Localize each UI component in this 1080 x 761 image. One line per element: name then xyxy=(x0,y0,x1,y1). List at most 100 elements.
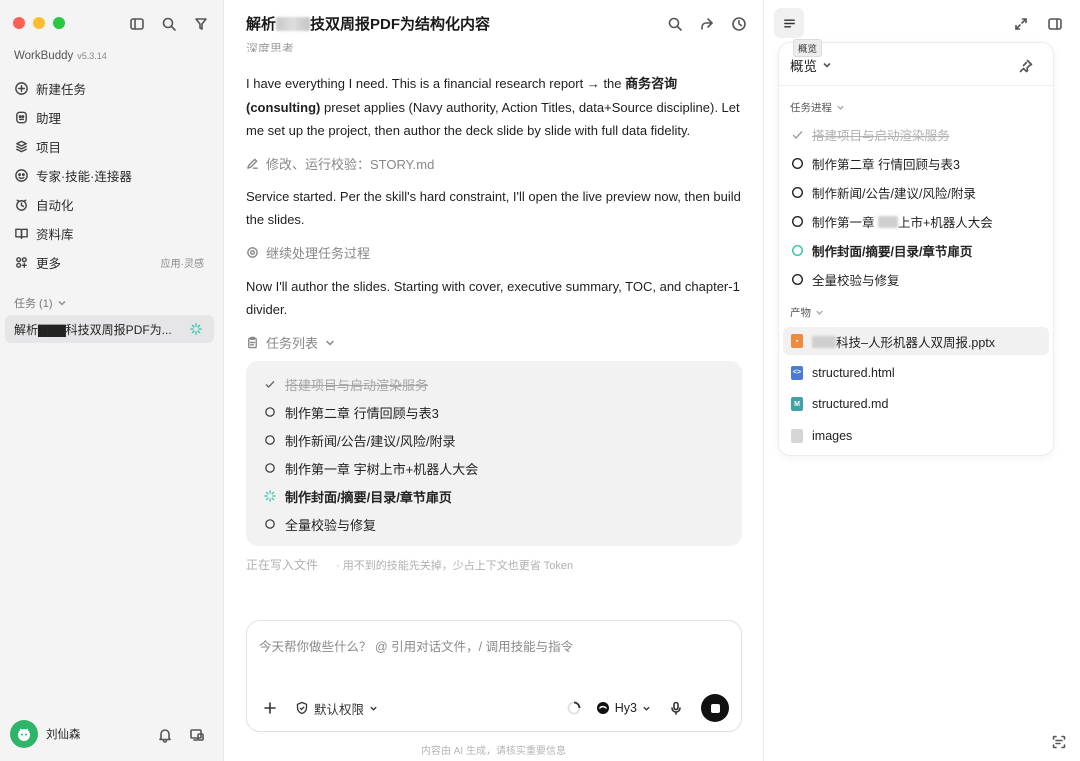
nav-label: 资料库 xyxy=(36,228,74,242)
pencil-icon xyxy=(247,158,258,169)
status-text: 正在写入文件 xyxy=(246,558,319,572)
model-select[interactable]: Hy3 xyxy=(596,701,651,715)
share-icon[interactable] xyxy=(696,13,718,35)
expert-icon xyxy=(15,169,28,182)
step-label: 继续处理任务过程 xyxy=(266,246,371,261)
history-icon[interactable] xyxy=(728,13,750,35)
circle-icon xyxy=(791,215,804,228)
permission-select[interactable]: 默认权限 xyxy=(295,699,378,718)
conversation: I have everything I need. This is a fina… xyxy=(246,72,741,354)
progress-label: 上市+机器人大会 xyxy=(897,216,993,230)
nav-new-task[interactable]: 新建任务 xyxy=(6,74,216,103)
task-label: 制作新闻/公告/建议/风险/附录 xyxy=(285,433,456,449)
app-version: v5.3.14 xyxy=(77,51,107,61)
progress-list: 搭建项目与启动渲染服务 制作第二章 行情回顾与表3 制作新闻/公告/建议/风险/… xyxy=(791,120,1041,294)
task-label: 全量校验与修复 xyxy=(285,517,377,533)
nav-library[interactable]: 资料库 xyxy=(6,219,216,248)
nav-automation[interactable]: 自动化 xyxy=(6,190,216,219)
artifact-item[interactable]: ▪ 科技–人形机器人双周报.pptx xyxy=(783,327,1049,355)
circle-icon xyxy=(265,463,275,473)
artifacts-list: ▪ 科技–人形机器人双周报.pptx <> structured.html M … xyxy=(783,327,1049,453)
message-text: I have everything I need. This is a fina… xyxy=(246,76,626,91)
nav-more[interactable]: 更多 应用·灵感 xyxy=(6,248,216,277)
artifact-name: images xyxy=(812,428,853,443)
circle-icon xyxy=(265,435,275,445)
html-file-icon: <> xyxy=(791,365,803,380)
user-name: 刘仙森 xyxy=(46,729,81,741)
task-list-item: 制作第一章 宇树上市+机器人大会 xyxy=(264,454,742,482)
progress-label: 制作新闻/公告/建议/风险/附录 xyxy=(812,187,976,201)
overview-dropdown[interactable]: 概览 xyxy=(790,55,832,75)
nav-label: 项目 xyxy=(36,141,62,155)
close-window-button[interactable] xyxy=(13,17,25,29)
loading-spinner-icon xyxy=(264,490,276,502)
divider xyxy=(779,85,1053,86)
progress-item: 全量校验与修复 xyxy=(791,265,1041,294)
overview-toggle-button[interactable] xyxy=(774,8,804,38)
status-tip: · 用不到的技能先关掉，少占上下文也更省 Token xyxy=(336,560,574,572)
main-panel: 解析 技双周报PDF为结构化内容 深度思考 I have everything I… xyxy=(225,0,762,761)
assistant-message: I have everything I need. This is a fina… xyxy=(246,72,741,143)
step-label: 修改、运行校验：STORY.md xyxy=(266,157,435,172)
search-icon[interactable] xyxy=(158,13,180,35)
sidebar-nav: 新建任务 助理 项目 专家·技能·连接器 自动化 资料库 更多 应用·灵感 xyxy=(6,74,216,277)
shield-check-icon xyxy=(296,701,308,715)
step-edit-verify[interactable]: 修改、运行校验：STORY.md xyxy=(246,153,741,175)
avatar xyxy=(10,720,38,748)
redacted-text xyxy=(877,216,898,228)
filter-icon[interactable] xyxy=(190,13,212,35)
add-attachment-icon[interactable] xyxy=(259,697,281,719)
expand-icon[interactable] xyxy=(1010,13,1032,35)
composer-input[interactable]: 今天帮你做些什么？ @ 引用对话文件，/ 调用技能与指令 xyxy=(259,636,573,655)
right-panel: 概览 任务进程 搭建项目与启动渲染服务 制作第二章 行情回顾与表3 制作新闻/公… xyxy=(763,0,1080,761)
progress-label: 全量校验与修复 xyxy=(812,274,900,288)
progress-label: 制作第一章 xyxy=(812,216,878,230)
task-list-toggle[interactable]: 任务列表 xyxy=(246,332,741,354)
nav-experts-skills[interactable]: 专家·技能·连接器 xyxy=(6,161,216,190)
tasks-section-header[interactable]: 任务 (1) xyxy=(14,295,67,311)
nav-label: 助理 xyxy=(36,112,62,126)
devices-icon[interactable] xyxy=(186,724,208,746)
scan-icon[interactable] xyxy=(1048,731,1070,753)
progress-item: 制作第二章 行情回顾与表3 xyxy=(791,149,1041,178)
stop-button[interactable] xyxy=(701,694,729,722)
artifact-item[interactable]: M structured.md xyxy=(783,390,1049,418)
progress-section-header[interactable]: 任务进程 xyxy=(790,100,845,115)
artifact-item[interactable]: <> structured.html xyxy=(783,359,1049,387)
chat-composer[interactable]: 今天帮你做些什么？ @ 引用对话文件，/ 调用技能与指令 默认权限 Hy3 xyxy=(246,620,742,732)
sidebar-task-item[interactable]: 解析▇▇▇科技双周报PDF为... xyxy=(5,315,214,343)
nav-assistant[interactable]: 助理 xyxy=(6,103,216,132)
progress-item: 制作封面/摘要/目录/章节扉页 xyxy=(791,236,1041,265)
window-controls xyxy=(13,17,65,29)
microphone-icon[interactable] xyxy=(665,697,687,719)
toggle-sidebar-icon[interactable] xyxy=(126,13,148,35)
task-label: 制作第一章 宇树上市+机器人大会 xyxy=(285,461,479,477)
loading-spinner-icon xyxy=(190,323,202,335)
circle-icon xyxy=(791,273,804,286)
nav-label: 自动化 xyxy=(36,199,74,213)
progress-label: 制作封面/摘要/目录/章节扉页 xyxy=(812,245,973,259)
chevron-down-icon xyxy=(326,340,334,345)
progress-label: 搭建项目与启动渲染服务 xyxy=(812,129,950,143)
artifact-item[interactable]: images xyxy=(783,422,1049,450)
artifacts-section-header[interactable]: 产物 xyxy=(790,305,824,320)
panel-layout-icon[interactable] xyxy=(1044,13,1066,35)
previous-message-fragment: 深度思考 xyxy=(246,42,295,52)
app-brand: WorkBuddy v5.3.14 xyxy=(14,50,107,62)
bell-icon[interactable] xyxy=(154,724,176,746)
nav-projects[interactable]: 项目 xyxy=(6,132,216,161)
pin-icon[interactable] xyxy=(1015,55,1037,77)
maximize-window-button[interactable] xyxy=(53,17,65,29)
minimize-window-button[interactable] xyxy=(33,17,45,29)
stop-icon xyxy=(710,703,720,713)
user-profile[interactable]: 刘仙森 xyxy=(10,720,81,748)
folder-icon xyxy=(16,140,27,153)
folder-file-icon xyxy=(791,428,803,443)
avatar-mascot-icon xyxy=(18,728,30,741)
permission-label: 默认权限 xyxy=(314,702,365,717)
task-list: 搭建项目与启动渲染服务 制作第二章 行情回顾与表3 制作新闻/公告/建议/风险/… xyxy=(246,361,742,546)
circle-icon xyxy=(791,186,804,199)
step-continue[interactable]: 继续处理任务过程 xyxy=(246,242,741,264)
nav-label: 新建任务 xyxy=(36,83,87,97)
search-icon[interactable] xyxy=(664,13,686,35)
